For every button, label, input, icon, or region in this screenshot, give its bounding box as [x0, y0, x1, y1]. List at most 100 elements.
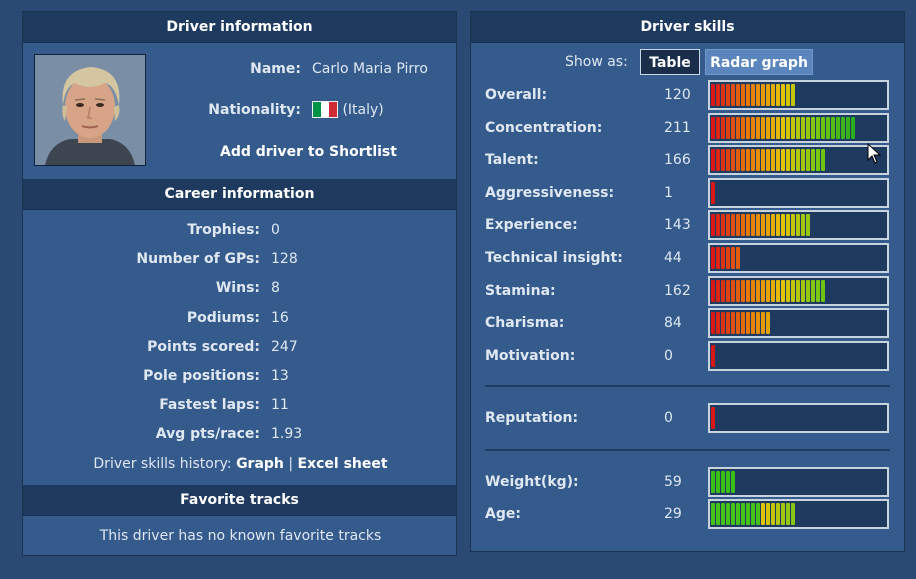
skill-bar-segment [756, 116, 760, 139]
skill-bar-segment [756, 84, 760, 106]
skill-bar-segment [771, 84, 775, 106]
name-label: Name: [250, 61, 301, 77]
skill-label: Aggressiveness: [485, 184, 615, 201]
favorite-tracks-text: This driver has no known favorite tracks [99, 528, 382, 544]
skill-bar-fill [711, 84, 796, 106]
career-information-header: Career information [23, 179, 456, 210]
skill-bar-segment [806, 214, 810, 237]
skill-bar-segment [731, 149, 735, 172]
skill-bar-segment [776, 214, 780, 237]
driver-portrait [34, 54, 146, 166]
skill-bar-segment [731, 279, 735, 302]
radar-graph-button[interactable]: Radar graph [705, 49, 813, 75]
skill-bar-segment [796, 116, 800, 139]
skill-bar [708, 275, 889, 306]
skill-bar-fill [711, 279, 826, 302]
skill-bar-segment [776, 84, 780, 106]
skill-bar-segment [736, 116, 740, 139]
skill-bar-segment [726, 214, 730, 237]
skill-bar-fill [711, 471, 736, 493]
skill-bar-segment [716, 312, 720, 335]
mouse-cursor-icon [867, 143, 881, 164]
skill-bar-segment [721, 503, 725, 525]
driver-skills-panel: Driver skills Show as: Table Radar graph… [470, 11, 905, 552]
skill-bar-segment [736, 247, 740, 269]
skill-bar-segment [791, 503, 795, 525]
skill-value: 166 [664, 152, 691, 169]
skill-bar-segment [806, 116, 810, 139]
skill-bar-segment [781, 149, 785, 172]
skills-history-graph-link[interactable]: Graph [236, 456, 284, 472]
skill-bar-segment [761, 149, 765, 172]
skill-bar-segment [721, 279, 725, 302]
skill-bar-segment [746, 312, 750, 335]
skill-bar-segment [791, 149, 795, 172]
skill-bar-segment [836, 116, 840, 139]
skill-bar-segment [716, 503, 720, 525]
skill-bar-fill [711, 503, 796, 525]
favorite-tracks-header: Favorite tracks [23, 485, 456, 516]
skills-history-separator: | [288, 456, 294, 472]
skill-bar-segment [741, 503, 745, 525]
name-value: Carlo Maria Pirro [312, 61, 428, 77]
skill-bar-segment [751, 503, 755, 525]
skill-bar-segment [741, 312, 745, 335]
skill-bar-segment [756, 312, 760, 335]
skill-bar-segment [816, 149, 820, 172]
skill-bar-segment [786, 279, 790, 302]
skill-label: Age: [485, 506, 521, 522]
skill-bar-segment [736, 149, 740, 172]
skill-label: Motivation: [485, 347, 576, 364]
skill-bar-segment [786, 149, 790, 172]
skill-bar-segment [801, 116, 805, 139]
skill-bar-fill [711, 407, 716, 429]
skill-bar-segment [726, 247, 730, 269]
skill-value: 120 [664, 87, 691, 103]
career-stat-label: Podiums: [186, 309, 260, 326]
skill-bar [708, 210, 889, 241]
skill-value: 59 [664, 474, 682, 490]
separator [485, 449, 890, 451]
skill-bar-segment [711, 116, 715, 139]
skill-label: Stamina: [485, 282, 556, 299]
skill-label: Reputation: [485, 410, 579, 426]
skill-bar-segment [776, 116, 780, 139]
skill-bar-segment [726, 116, 730, 139]
skill-bar-segment [761, 214, 765, 237]
skill-bar-segment [801, 214, 805, 237]
skill-bar-segment [756, 214, 760, 237]
skill-bar-fill [711, 344, 716, 367]
skill-bar-segment [761, 312, 765, 335]
driver-face-image [35, 55, 145, 165]
table-view-button[interactable]: Table [640, 49, 700, 75]
skill-bar-segment [771, 279, 775, 302]
skill-bar-segment [716, 149, 720, 172]
nationality-text: (Italy) [342, 102, 384, 118]
skill-bar-segment [761, 84, 765, 106]
skills-history-line: Driver skills history: Graph | Excel she… [23, 456, 458, 472]
skill-bar-segment [721, 149, 725, 172]
skill-bar-segment [716, 247, 720, 269]
skill-bar-segment [851, 116, 855, 139]
skill-value: 143 [664, 217, 691, 234]
skill-label: Experience: [485, 217, 578, 234]
skill-bar [708, 112, 889, 143]
skill-bar-segment [811, 279, 815, 302]
skill-bar [708, 340, 889, 371]
skill-bar-segment [726, 149, 730, 172]
add-to-shortlist-link[interactable]: Add driver to Shortlist [220, 144, 397, 160]
skill-bar-segment [711, 181, 715, 204]
skill-bar-segment [741, 214, 745, 237]
skill-bar-segment [796, 214, 800, 237]
italy-flag-icon [312, 101, 338, 118]
skill-bar-segment [751, 214, 755, 237]
skill-bar-segment [721, 84, 725, 106]
skill-bar-segment [711, 84, 715, 106]
skills-history-excel-link[interactable]: Excel sheet [298, 456, 388, 472]
career-stat-label: Pole positions: [143, 368, 260, 384]
skill-bar-segment [716, 471, 720, 493]
career-stat-value: 8 [271, 280, 280, 297]
skill-bar-segment [826, 116, 830, 139]
skill-bar-segment [736, 279, 740, 302]
skill-bar-segment [711, 214, 715, 237]
